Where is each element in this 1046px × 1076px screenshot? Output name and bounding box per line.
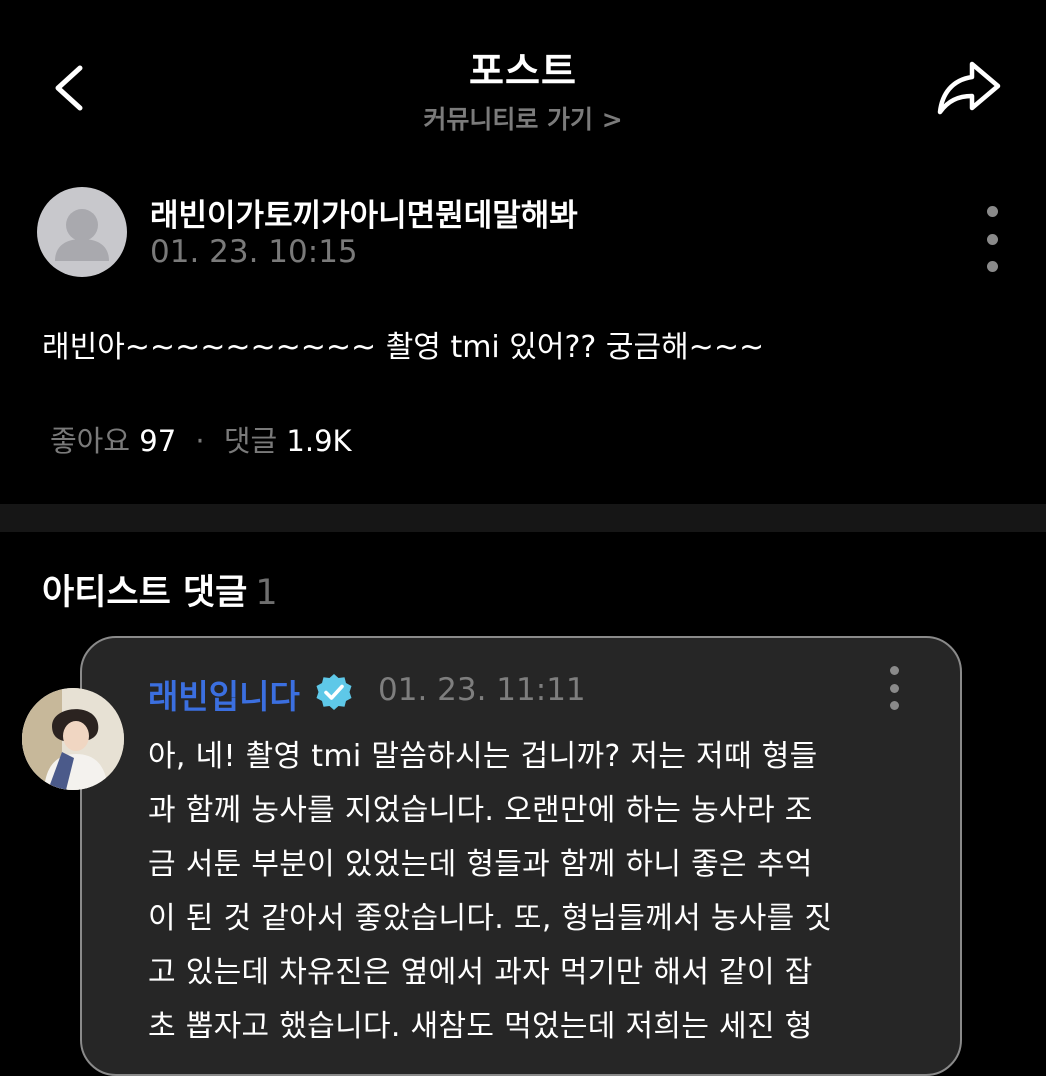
likes-count: 97 [139,424,177,458]
artist-comment-body: 아, 네! 촬영 tmi 말씀하시는 겁니까? 저는 저때 형들 과 함께 농사… [148,730,938,1054]
comment-line: 고 있는데 차유진은 옆에서 과자 먹기만 해서 같이 잡 [148,955,813,990]
artist-comment-timestamp: 01. 23. 11:11 [378,672,586,708]
comment-line: 금 서툰 부분이 있었는데 형들과 함께 하니 좋은 추억 [148,847,813,882]
comment-line: 이 된 것 같아서 좋았습니다. 또, 형님들께서 농사를 짓 [148,901,833,936]
post-stats: 좋아요 97 · 댓글 1.9K [50,418,352,460]
stats-separator: · [195,424,205,458]
comments-label: 댓글 [223,424,278,458]
post-author-name[interactable]: 래빈이가토끼가아니면뭔데말해봐 [150,190,578,235]
share-button[interactable] [934,56,1006,122]
artist-comment-author[interactable]: 래빈입니다 [148,670,300,718]
share-arrow-icon [937,61,1001,115]
artist-comments-count: 1 [255,573,278,613]
post-author-avatar[interactable] [37,187,127,277]
default-user-icon [55,209,109,261]
post-more-button[interactable] [972,206,1012,272]
post-timestamp: 01. 23. 10:15 [150,234,358,270]
verified-badge-icon [316,674,352,710]
post-content: 래빈아~~~~~~~~~~ 촬영 tmi 있어?? 궁금해~~~ [42,330,765,365]
comment-more-button[interactable] [876,666,912,710]
likes-label: 좋아요 [50,424,131,458]
more-vertical-icon [876,666,912,710]
more-vertical-icon [972,206,1012,272]
comment-line: 아, 네! 촬영 tmi 말씀하시는 겁니까? 저는 저때 형들 [148,739,818,774]
section-divider [0,504,1046,532]
page-title: 포스트 [469,49,577,93]
artist-avatar[interactable] [22,688,124,790]
comments-count: 1.9K [286,424,352,458]
comment-line: 과 함께 농사를 지었습니다. 오랜만에 하는 농사라 조 [148,793,813,828]
artist-comments-title: 아티스트 댓글 [42,573,248,613]
artist-photo-avatar [22,688,124,790]
go-to-community-link[interactable]: 커뮤니티로 가기 > [0,100,1046,136]
top-app-bar: 포스트 커뮤니티로 가기 > [0,0,1046,160]
artist-comments-heading: 아티스트 댓글 1 [42,564,278,615]
